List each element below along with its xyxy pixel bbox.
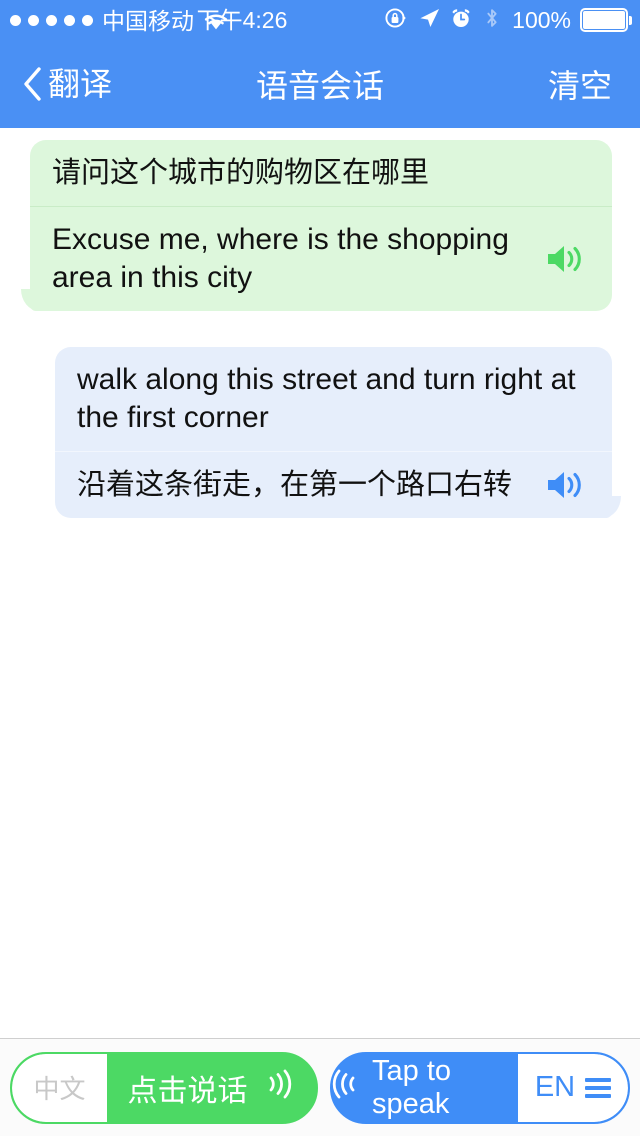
- clear-button[interactable]: 清空: [548, 40, 612, 128]
- message-source-row: 请问这个城市的购物区在哪里: [30, 140, 612, 207]
- app-screen: 中国移动 下午4:26 100% 翻译 语音会话 清空 请问这个城市的购物区在哪…: [0, 0, 640, 1136]
- sound-wave-left-icon: [332, 1067, 362, 1109]
- speaker-icon[interactable]: [538, 242, 592, 276]
- english-speak-label: Tap to speak: [372, 1054, 451, 1120]
- battery-full-icon: [580, 8, 632, 32]
- location-arrow-icon: [417, 6, 441, 35]
- message-item: walk along this street and turn right at…: [55, 347, 621, 518]
- message-translation-row: 沿着这条街走，在第一个路口右转: [55, 452, 612, 518]
- sound-wave-right-icon: [262, 1067, 296, 1109]
- bubble-tail: [603, 496, 621, 518]
- message-bubble-blue: walk along this street and turn right at…: [55, 347, 621, 518]
- message-translation-row: Excuse me, where is the shopping area in…: [30, 207, 612, 311]
- navigation-bar: 翻译 语音会话 清空: [0, 40, 640, 128]
- conversation-list[interactable]: 请问这个城市的购物区在哪里 Excuse me, where is the sh…: [0, 128, 640, 1038]
- rotation-lock-icon: [384, 6, 408, 35]
- chinese-tap-to-speak-button[interactable]: 点击说话: [107, 1054, 316, 1122]
- english-language-label: EN: [534, 1071, 576, 1103]
- english-speak-control[interactable]: Tap to speak EN: [330, 1051, 630, 1124]
- page-title: 语音会话: [255, 68, 384, 104]
- hamburger-menu-icon[interactable]: [585, 1077, 612, 1098]
- speaker-icon[interactable]: [538, 468, 592, 502]
- chinese-language-label[interactable]: 中文: [12, 1053, 107, 1122]
- bottom-toolbar: 中文 点击说话 Tap to speak EN: [0, 1038, 640, 1136]
- message-source-text: 请问这个城市的购物区在哪里: [52, 157, 430, 189]
- english-language-selector[interactable]: EN: [518, 1053, 628, 1122]
- message-item: 请问这个城市的购物区在哪里 Excuse me, where is the sh…: [21, 140, 612, 311]
- battery-percentage: 100%: [512, 6, 571, 33]
- bubble-tail: [21, 289, 39, 311]
- english-tap-to-speak-button[interactable]: Tap to speak: [332, 1054, 518, 1122]
- message-source-text: walk along this street and turn right at…: [77, 363, 576, 434]
- clock-time: 下午4:26: [196, 7, 288, 33]
- chinese-speak-label: 点击说话: [127, 1074, 248, 1108]
- status-bar: 中国移动 下午4:26 100%: [0, 0, 640, 40]
- message-bubble-green: 请问这个城市的购物区在哪里 Excuse me, where is the sh…: [21, 140, 612, 311]
- message-translation-text: 沿着这条街走，在第一个路口右转: [77, 469, 513, 501]
- alarm-clock-icon: [450, 7, 472, 34]
- message-source-row: walk along this street and turn right at…: [55, 347, 612, 452]
- chinese-speak-control[interactable]: 中文 点击说话: [10, 1051, 318, 1124]
- status-bar-right: 100%: [384, 0, 632, 40]
- bluetooth-icon: [481, 6, 503, 35]
- message-translation-text: Excuse me, where is the shopping area in…: [52, 223, 509, 294]
